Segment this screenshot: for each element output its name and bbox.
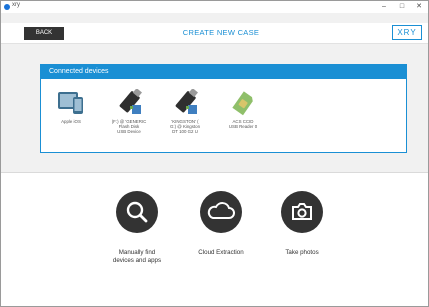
sim-card-icon xyxy=(228,89,258,117)
search-icon xyxy=(116,191,158,233)
cloud-extraction-button[interactable]: Cloud Extraction xyxy=(181,191,261,257)
flash-drive-icon xyxy=(114,88,144,117)
minimize-button[interactable]: – xyxy=(376,1,392,13)
manual-find-button[interactable]: Manually find devices and apps xyxy=(97,191,177,265)
device-label: ACS CCID USB Reader 0 xyxy=(228,119,258,130)
app-icon xyxy=(4,4,10,10)
device-label: 'KINGSTON' ( G:) @ Kingston DT 100 G2 U xyxy=(169,119,201,135)
page-title: CREATE NEW CASE xyxy=(182,28,260,37)
header-bar: BACK CREATE NEW CASE XRY xyxy=(1,23,428,44)
device-kingston[interactable]: 'KINGSTON' ( G:) @ Kingston DT 100 G2 U xyxy=(155,88,215,135)
action-label: Cloud Extraction xyxy=(198,249,244,256)
xry-logo: XRY xyxy=(392,25,422,40)
device-label: Apple iOS xyxy=(61,119,81,124)
device-apple-ios[interactable]: Apple iOS xyxy=(41,89,101,124)
flash-drive-icon xyxy=(170,88,200,117)
device-label: (F:) @ 'GENERIC Flash Disk USB Device xyxy=(111,119,147,135)
connected-devices-panel: Connected devices Apple iOS (F:) @ 'GENE… xyxy=(40,64,407,153)
app-window: xry – □ ✕ BACK CREATE NEW CASE XRY Conne… xyxy=(0,0,429,307)
app-name: xry xyxy=(12,2,20,8)
action-label: Manually find devices and apps xyxy=(112,249,162,264)
close-button[interactable]: ✕ xyxy=(411,1,427,13)
device-generic-flash-disk[interactable]: (F:) @ 'GENERIC Flash Disk USB Device xyxy=(99,88,159,135)
cloud-icon xyxy=(200,191,242,233)
camera-icon xyxy=(281,191,323,233)
back-button[interactable]: BACK xyxy=(24,27,64,40)
maximize-button[interactable]: □ xyxy=(394,1,410,13)
take-photos-button[interactable]: Take photos xyxy=(262,191,342,257)
device-acs-ccid-reader[interactable]: ACS CCID USB Reader 0 xyxy=(213,89,273,129)
action-label: Take photos xyxy=(285,249,319,256)
panel-title: Connected devices xyxy=(41,65,406,79)
title-bar: xry – □ ✕ xyxy=(1,1,428,13)
tablet-phone-icon xyxy=(56,89,86,117)
